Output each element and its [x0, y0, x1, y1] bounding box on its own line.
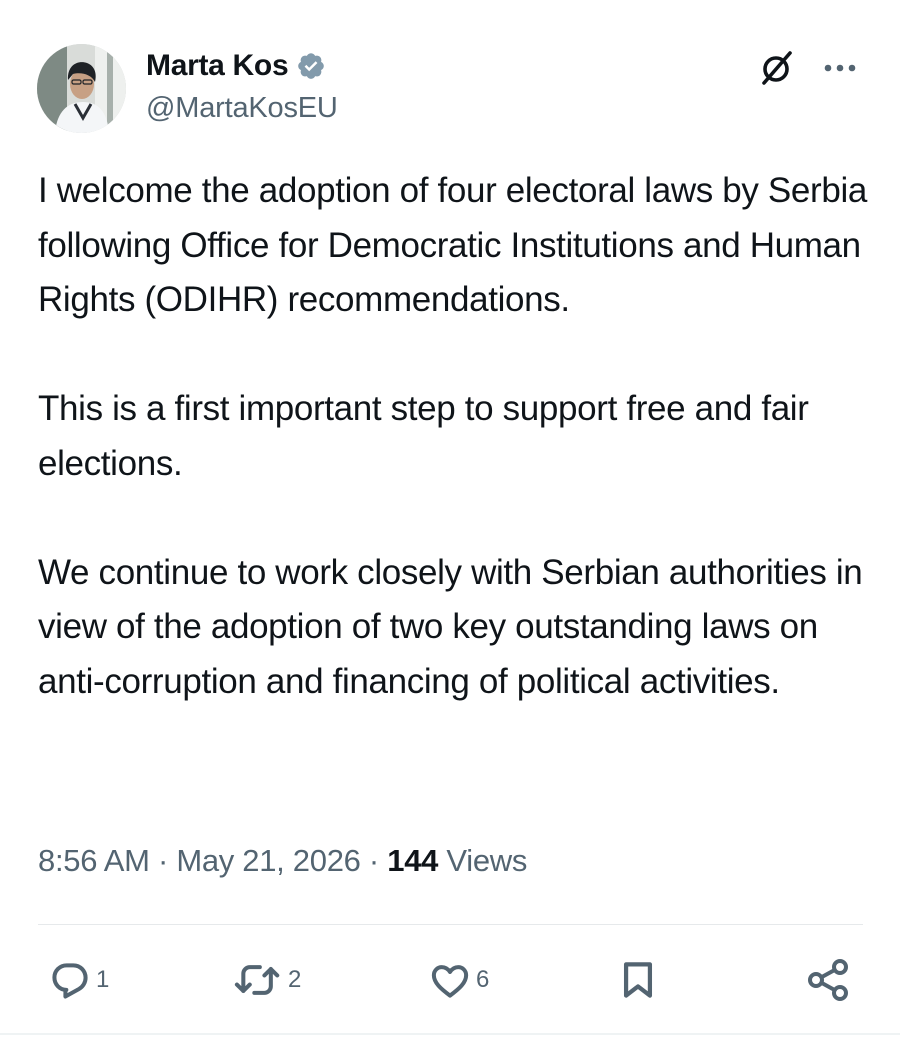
display-name[interactable]: Marta Kos: [146, 49, 289, 83]
tweet-paragraph: We continue to work closely with Serbian…: [38, 552, 863, 701]
repost-count: 2: [288, 966, 302, 993]
tweet-time[interactable]: 8:56 AM: [38, 843, 150, 878]
tweet-date[interactable]: May 21, 2026: [176, 843, 361, 878]
bottom-divider: [0, 1033, 900, 1035]
bookmark-button[interactable]: [616, 950, 660, 1010]
meta-separator: ·: [157, 843, 168, 878]
share-icon: [808, 959, 848, 1001]
action-bar: 1 2 6: [0, 950, 900, 1010]
avatar[interactable]: [37, 44, 126, 133]
handle[interactable]: @MartaKosEU: [146, 92, 338, 125]
tweet-paragraph: This is a first important step to suppor…: [38, 389, 809, 483]
views-count[interactable]: 144: [387, 843, 438, 878]
tweet-detail: Marta Kos @MartaKosEU I welcome the adop…: [0, 0, 900, 1039]
grok-icon: [762, 51, 792, 85]
verified-badge-icon[interactable]: [296, 51, 326, 81]
reply-button[interactable]: 1: [48, 950, 109, 1010]
repost-icon: [234, 965, 280, 995]
tweet-meta: 8:56 AM · May 21, 2026 · 144 Views: [38, 843, 527, 879]
author-block: Marta Kos @MartaKosEU: [146, 46, 338, 125]
meta-separator: ·: [368, 843, 379, 878]
reply-count: 1: [96, 966, 110, 993]
reply-icon: [52, 963, 88, 999]
repost-button[interactable]: 2: [232, 950, 301, 1010]
more-button[interactable]: [818, 48, 862, 88]
divider: [38, 924, 863, 925]
tweet-paragraph: I welcome the adoption of four electoral…: [38, 171, 867, 319]
bookmark-icon: [623, 962, 653, 998]
like-count: 6: [476, 966, 490, 993]
avatar-photo: [37, 44, 126, 133]
more-dots-icon: [824, 64, 856, 72]
tweet-text: I welcome the adoption of four electoral…: [38, 164, 873, 709]
name-row: Marta Kos: [146, 46, 338, 86]
like-button[interactable]: 6: [428, 950, 489, 1010]
heart-icon: [431, 965, 469, 998]
views-label[interactable]: Views: [446, 843, 527, 878]
share-button[interactable]: [804, 950, 852, 1010]
grok-button[interactable]: [755, 46, 799, 90]
